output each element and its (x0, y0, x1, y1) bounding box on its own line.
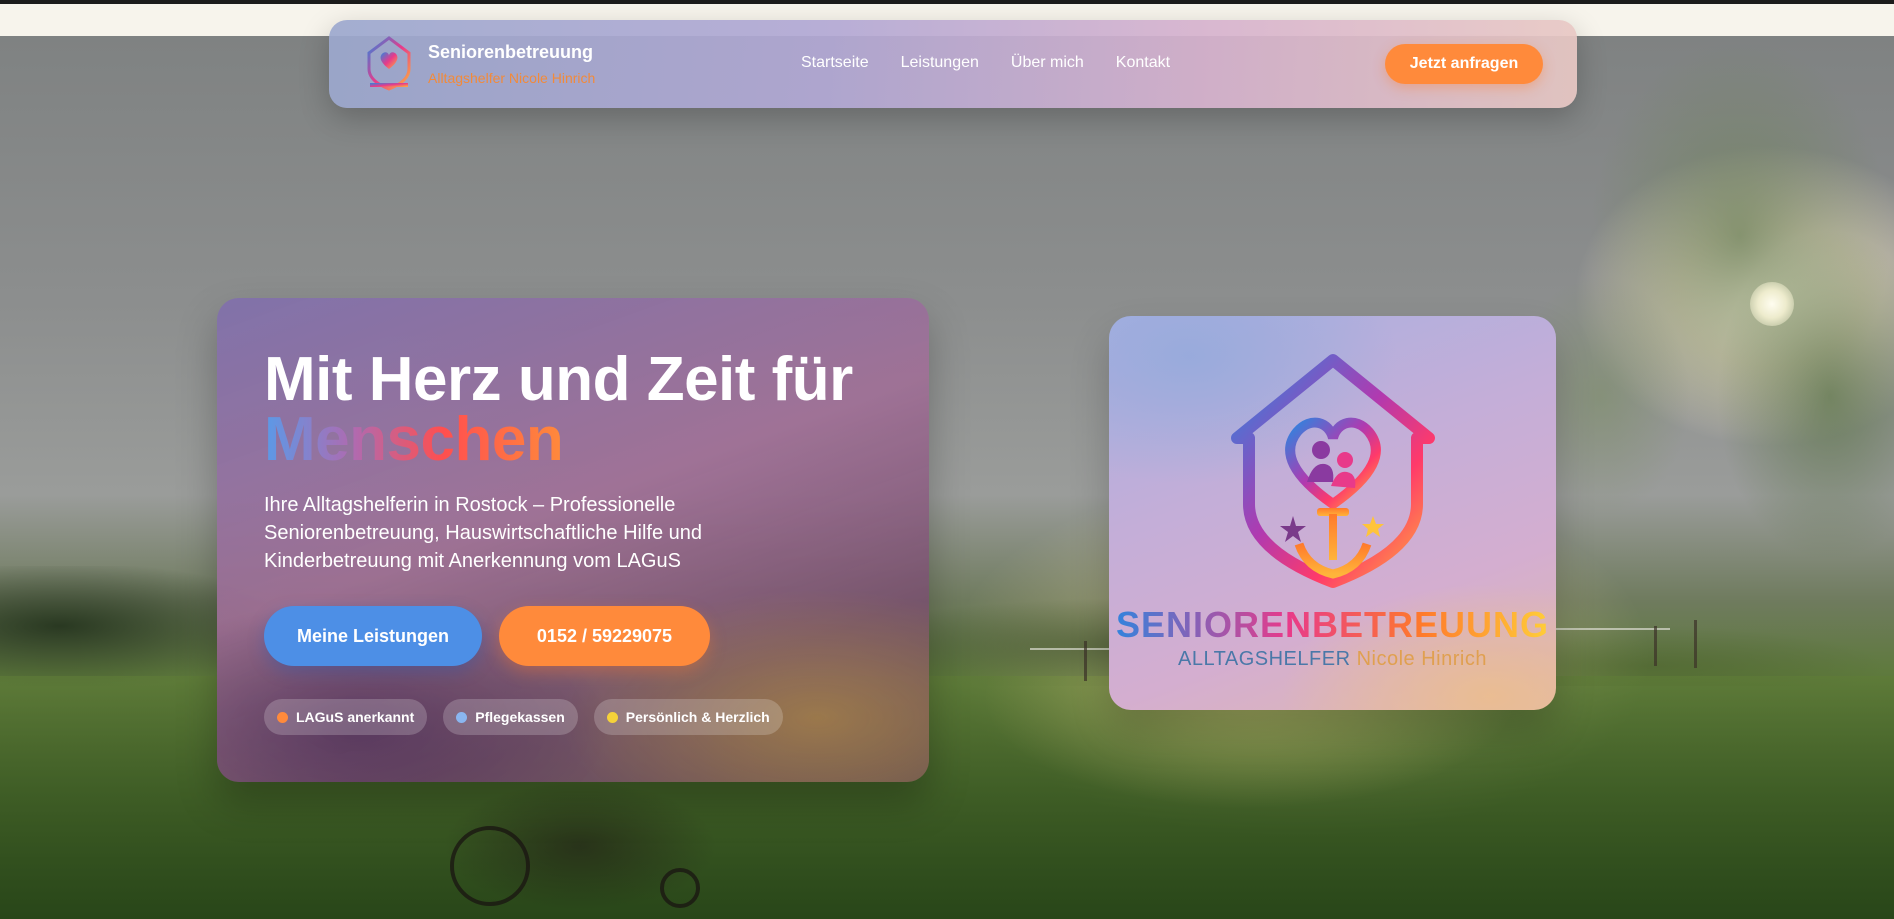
fence-post (1654, 626, 1657, 666)
jetzt-anfragen-button[interactable]: Jetzt anfragen (1385, 44, 1543, 84)
brand-subtitle: Alltagshelfer Nicole Hinrich (428, 70, 596, 86)
hero-headline-highlight: Menschen (264, 405, 564, 474)
logo-card: SENIORENBETREUUNG ALLTAGSHELFER Nicole H… (1109, 316, 1556, 710)
hero-card: Mit Herz und Zeit für Menschen Ihre Allt… (217, 298, 929, 782)
brand-logo-icon[interactable] (364, 35, 414, 93)
badge-dot-icon (456, 711, 468, 723)
fence-rail (1540, 628, 1670, 630)
badge-label: LAGuS anerkannt (296, 709, 415, 725)
badge-persoenlich: Persönlich & Herzlich (593, 699, 783, 735)
house-heart-anchor-logo-icon (1231, 354, 1435, 588)
logo-subtitle-role: ALLTAGSHELFER (1178, 648, 1351, 670)
badge-label: Persönlich & Herzlich (625, 709, 770, 725)
phone-button[interactable]: 0152 / 59229075 (499, 606, 710, 666)
meine-leistungen-button[interactable]: Meine Leistungen (264, 606, 482, 666)
wheel (450, 826, 530, 906)
sun-glow (1750, 282, 1794, 326)
badge-label: Pflegekassen (475, 709, 565, 725)
logo-subtitle-name: Nicole Hinrich (1356, 648, 1487, 670)
nav-links: Startseite Leistungen Über mich Kontakt (801, 54, 1170, 72)
brand-title[interactable]: Seniorenbetreuung (428, 42, 593, 63)
logo-subtitle: ALLTAGSHELFER Nicole Hinrich (1109, 648, 1556, 671)
logo-wordmark: SENIORENBETREUUNG (1109, 604, 1556, 646)
navbar: Seniorenbetreuung Alltagshelfer Nicole H… (329, 20, 1577, 108)
badge-lagus: LAGuS anerkannt (264, 699, 428, 735)
trust-badges: LAGuS anerkannt Pflegekassen Persönlich … (264, 699, 783, 735)
nav-link-ueber-mich[interactable]: Über mich (1011, 54, 1084, 72)
fence-post (1084, 641, 1087, 681)
wheel (660, 868, 700, 908)
nav-link-kontakt[interactable]: Kontakt (1116, 54, 1170, 72)
fence-post (1694, 620, 1697, 668)
wheelchair-silhouette (420, 776, 750, 919)
badge-dot-icon (606, 711, 618, 723)
hero-description: Ihre Alltagshelferin in Rostock – Profes… (264, 494, 703, 572)
badge-pflegekassen: Pflegekassen (443, 699, 578, 735)
badge-dot-icon (277, 711, 288, 723)
nav-link-startseite[interactable]: Startseite (801, 54, 869, 72)
nav-link-leistungen[interactable]: Leistungen (901, 54, 979, 72)
